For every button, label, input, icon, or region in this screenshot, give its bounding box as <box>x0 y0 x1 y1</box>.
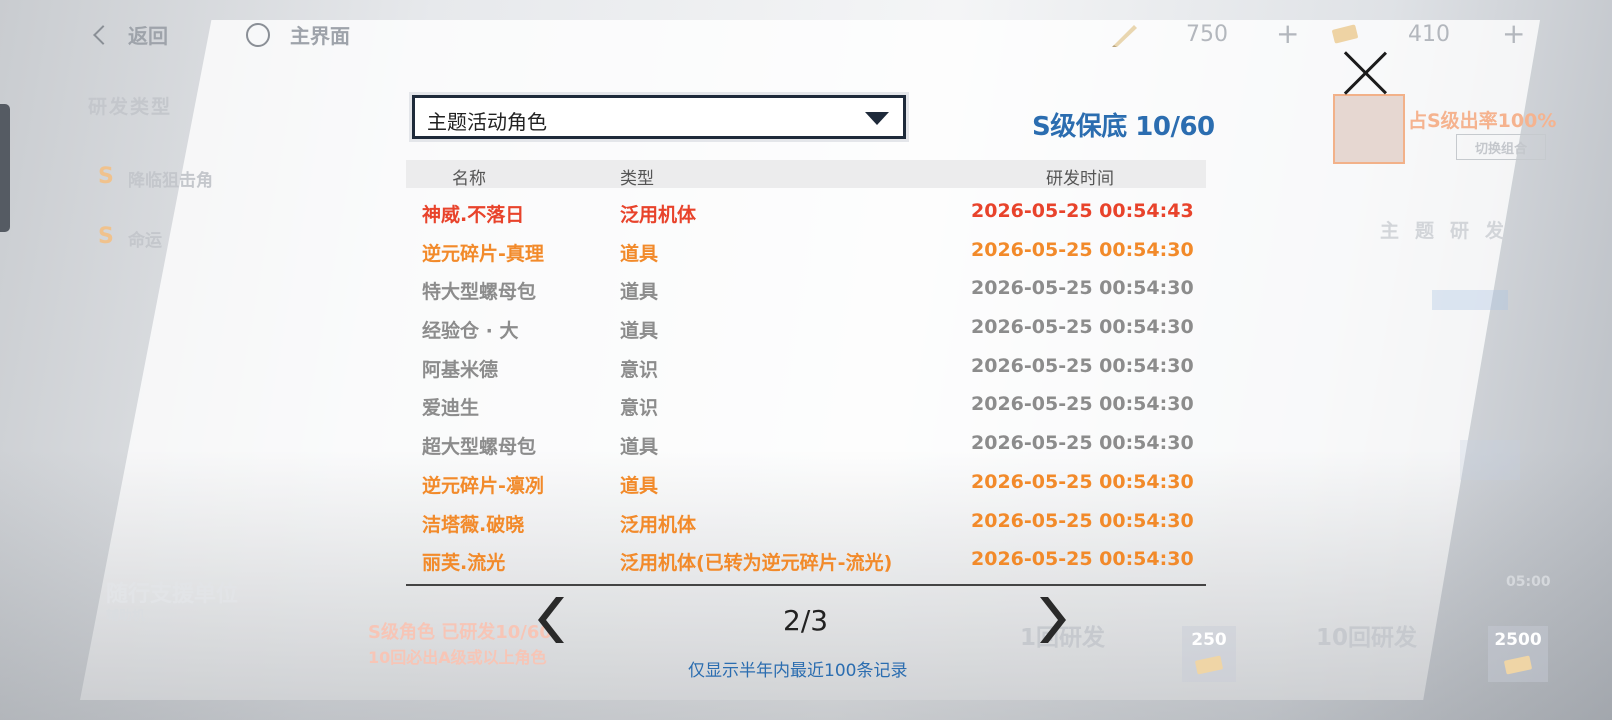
item-name-cell: 爱迪生 <box>422 397 480 420</box>
table-row: 洁塔薇.破晓 泛用机体 2026-05-25 00:54:30 <box>406 502 1206 541</box>
currency1-value: 750 <box>1186 21 1228 47</box>
close-icon[interactable] <box>1342 50 1388 96</box>
item-time-cell: 2026-05-25 00:54:30 <box>971 548 1194 571</box>
list-item-label[interactable]: 降临狙击角 <box>128 166 213 191</box>
column-type-header: 类型 <box>620 169 654 189</box>
column-time-header: 研发时间 <box>1046 169 1114 189</box>
home-ring-icon <box>246 22 270 47</box>
switch-combo-button[interactable]: 切换组合 <box>1456 134 1546 160</box>
prev-page-button[interactable] <box>538 595 574 645</box>
back-label: 返回 <box>128 24 168 48</box>
item-time-cell: 2026-05-25 00:54:43 <box>971 200 1194 222</box>
list-item-label[interactable]: 命运 <box>128 226 162 251</box>
pool-select-value: 主题活动角色 <box>427 110 547 134</box>
item-type-cell: 意识 <box>620 358 659 381</box>
support-title: 随行支援单位 <box>106 582 239 607</box>
table-row: 逆元碎片-真理 道具 2026-05-25 00:54:30 <box>406 231 1206 270</box>
add-currency2-button[interactable]: + <box>1502 20 1525 48</box>
tag-badge <box>1432 290 1508 310</box>
ten-pull-button[interactable]: 10回研发 <box>1316 618 1417 652</box>
table-row: 爱迪生 意识 2026-05-25 00:54:30 <box>406 385 1206 424</box>
table-row: 神威.不落日 泛用机体 2026-05-25 00:54:43 <box>406 192 1206 231</box>
item-time-cell: 2026-05-25 00:54:30 <box>971 277 1194 300</box>
support-subtitle: 辅助机 <box>106 609 146 624</box>
item-type-cell: 道具 <box>620 320 659 343</box>
item-time-cell: 2026-05-25 00:54:30 <box>971 470 1194 493</box>
home-button[interactable]: 主界面 <box>246 20 350 49</box>
decor-box <box>1460 440 1520 480</box>
item-time-cell: 2026-05-25 00:54:30 <box>971 316 1194 339</box>
currency2-value: 410 <box>1408 21 1450 47</box>
s-rate-text: 占S级出率100% <box>1408 110 1557 132</box>
pool-select[interactable]: 主题活动角色 <box>412 95 906 139</box>
record-limit-note: 仅显示半年内最近100条记录 <box>688 661 908 681</box>
item-name-cell: 阿基米德 <box>422 358 499 381</box>
table-header: 名称 类型 研发时间 <box>406 160 1206 189</box>
item-time-cell: 2026-05-25 00:54:30 <box>971 432 1194 455</box>
table-row: 丽芙.流光 泛用机体(已转为逆元碎片-流光) 2026-05-25 00:54:30 <box>406 540 1206 579</box>
pen-currency-icon <box>1112 25 1137 47</box>
item-name-cell: 洁塔薇.破晓 <box>422 513 525 536</box>
item-type-cell: 意识 <box>620 397 659 420</box>
item-type-cell: 道具 <box>620 474 659 497</box>
item-type-cell: 道具 <box>620 242 659 265</box>
item-name-cell: 特大型螺母包 <box>422 281 537 304</box>
item-type-cell: 泛用机体 <box>620 204 697 226</box>
dropdown-arrow-icon <box>865 112 889 125</box>
item-time-cell: 2026-05-25 00:54:30 <box>971 238 1194 261</box>
history-table: 名称 类型 研发时间 神威.不落日 泛用机体 2026-05-25 00:54:43… <box>406 160 1206 579</box>
item-type-cell: 道具 <box>620 281 659 304</box>
item-type-cell: 道具 <box>620 436 659 459</box>
item-name-cell: 丽芙.流光 <box>422 552 506 575</box>
back-button[interactable]: 返回 <box>90 20 168 49</box>
home-label: 主界面 <box>290 24 350 48</box>
add-currency1-button[interactable]: + <box>1276 20 1299 48</box>
table-body: 神威.不落日 泛用机体 2026-05-25 00:54:43 逆元碎片-真理 道具 20… <box>406 188 1206 579</box>
table-divider <box>406 584 1206 586</box>
table-row: 阿基米德 意识 2026-05-25 00:54:30 <box>406 347 1206 386</box>
next-page-button[interactable] <box>1030 595 1066 645</box>
chevron-right-icon <box>1040 597 1066 643</box>
ticket-currency-icon <box>1332 24 1358 44</box>
table-row: 超大型螺母包 道具 2026-05-25 00:54:30 <box>406 424 1206 463</box>
item-name-cell: 逆元碎片-真理 <box>422 242 544 265</box>
item-name-cell: 神威.不落日 <box>422 204 525 226</box>
item-time-cell: 2026-05-25 00:54:30 <box>971 354 1194 377</box>
list-s-badge: S <box>98 164 114 189</box>
ten-pull-cost: 2500 <box>1488 626 1548 682</box>
item-time-cell: 2026-05-25 00:54:30 <box>971 509 1194 532</box>
cost-value: 2500 <box>1494 630 1542 650</box>
time-label: 05:00 <box>1506 574 1551 590</box>
item-time-cell: 2026-05-25 00:54:30 <box>971 393 1194 416</box>
chevron-left-icon <box>93 24 113 45</box>
item-name-cell: 逆元碎片-凛冽 <box>422 474 544 497</box>
item-type-cell: 泛用机体 <box>620 513 697 536</box>
column-name-header: 名称 <box>452 169 486 189</box>
table-row: 特大型螺母包 道具 2026-05-25 00:54:30 <box>406 269 1206 308</box>
page-indicator: 2/3 <box>783 604 829 637</box>
item-type-cell: 泛用机体(已转为逆元碎片-流光) <box>620 552 893 575</box>
s-guarantee-counter: S级保底 10/60 <box>1032 112 1215 142</box>
featured-character-avatar[interactable] <box>1333 94 1405 164</box>
currency-pen: 750 + <box>1110 20 1299 48</box>
research-type-title: 研发类型 <box>88 96 173 118</box>
item-name-cell: 经验仓 · 大 <box>422 320 519 343</box>
chevron-left-icon <box>538 597 564 643</box>
theme-research-title: 主题研发 <box>1380 220 1521 242</box>
currency-ticket: 410 + <box>1330 20 1525 48</box>
item-name-cell: 超大型螺母包 <box>422 436 537 459</box>
list-s-badge: S <box>98 224 114 249</box>
table-row: 逆元碎片-凛冽 道具 2026-05-25 00:54:30 <box>406 463 1206 502</box>
left-edge-tab[interactable] <box>0 104 10 232</box>
table-row: 经验仓 · 大 道具 2026-05-25 00:54:30 <box>406 308 1206 347</box>
ticket-icon <box>1503 655 1533 675</box>
